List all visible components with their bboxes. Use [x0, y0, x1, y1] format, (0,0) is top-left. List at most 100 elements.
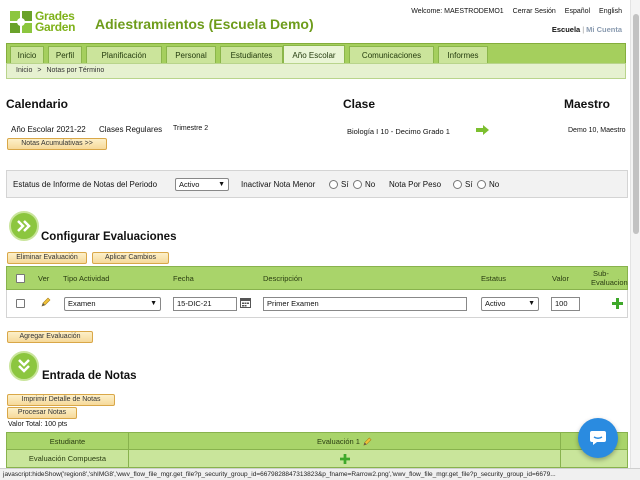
activity-type-value: Examen: [68, 299, 96, 308]
col-value: Valor: [552, 274, 569, 283]
period-status-label: Estatus de Informe de Notas del Periodo: [13, 180, 158, 189]
activity-type-select[interactable]: Examen ▼: [64, 297, 161, 311]
site-title: Adiestramientos (Escuela Demo): [95, 16, 314, 32]
toggle-grades-button[interactable]: [9, 351, 39, 381]
add-evaluation-button[interactable]: Agregar Evaluación: [7, 331, 93, 343]
grades-table: Estudiante Evaluación 1 Evaluación Compu…: [6, 432, 628, 468]
evaluation-row: Examen ▼ 15-DIC-21 Primer Examen Activo …: [6, 290, 628, 318]
view-separator: |: [582, 25, 585, 34]
col-sub-eval-line1: Sub-: [593, 269, 609, 278]
col-status: Estatus: [481, 274, 507, 283]
evaluation-status-value: Activo: [485, 299, 506, 308]
inactivate-no-label: No: [365, 180, 376, 189]
chevron-down-icon: ▼: [150, 300, 157, 307]
weighted-no-label: No: [489, 180, 500, 189]
inactivate-yes-radio[interactable]: [329, 180, 338, 189]
main-nav: Inicio Perfil Planificación Personal Est…: [6, 43, 626, 64]
view-switch: Escuela | Mi Cuenta: [552, 25, 622, 34]
double-chevron-down-icon: [18, 359, 30, 373]
class-type: Clases Regulares: [99, 125, 163, 134]
weighted-yes-radio[interactable]: [453, 180, 462, 189]
inactivate-minor-label: Inactivar Nota Menor: [241, 180, 316, 189]
accumulative-grades-button[interactable]: Notas Acumulativas >>: [7, 138, 107, 150]
period-status-select[interactable]: Activo ▼: [175, 178, 229, 191]
chat-bubble-icon: [590, 431, 606, 445]
toggle-config-button[interactable]: [9, 211, 39, 241]
col-evaluation-1-label: Evaluación 1: [316, 437, 360, 446]
breadcrumb-separator: >: [37, 67, 42, 74]
date-input[interactable]: 15-DIC-21: [173, 297, 237, 311]
inactivate-yes-label: Sí: [341, 180, 349, 189]
class-name: Biología I 10 - Decimo Grado 1: [347, 127, 450, 136]
filter-panel: Estatus de Informe de Notas del Periodo …: [6, 170, 628, 198]
total-value: Valor Total: 100 pts: [8, 421, 67, 428]
logo-mark-icon: [10, 11, 32, 33]
pencil-icon[interactable]: [40, 297, 51, 308]
col-activity-type: Tipo Actividad: [63, 274, 110, 283]
lang-en-link[interactable]: English: [599, 8, 622, 15]
evaluation-status-select[interactable]: Activo ▼: [481, 297, 539, 311]
logo-text-line2: Garden: [35, 20, 76, 34]
breadcrumb-current: Notas por Término: [46, 67, 105, 74]
right-arrow-icon[interactable]: [476, 125, 489, 135]
maestro-heading: Maestro: [564, 97, 611, 111]
total-value-label: Valor Total:: [8, 421, 43, 428]
print-grade-detail-button[interactable]: Imprimir Detalle de Notas: [7, 394, 115, 406]
tab-informes[interactable]: Informes: [438, 46, 488, 63]
add-sub-evaluation-icon[interactable]: [612, 298, 623, 309]
teacher-name: Demo 10, Maestro: [568, 127, 626, 134]
view-account-link[interactable]: Mi Cuenta: [586, 25, 622, 34]
top-links: Welcome: MAESTRODEMO1 Cerrar Sesión Espa…: [404, 8, 622, 15]
lang-es-link[interactable]: Español: [565, 8, 590, 15]
browser-status-bar: javascript:hideShow('region8','shIMG8','…: [0, 468, 640, 480]
pencil-icon[interactable]: [362, 437, 372, 447]
double-chevron-right-icon: [17, 220, 31, 232]
tab-personal[interactable]: Personal: [166, 46, 216, 63]
tab-comunicaciones[interactable]: Comunicaciones: [349, 46, 434, 63]
value-input[interactable]: 100: [551, 297, 580, 311]
tab-ano-escolar[interactable]: Año Escolar: [283, 45, 345, 64]
chevron-down-icon: ▼: [218, 181, 225, 188]
total-value-amount: 100 pts: [44, 421, 68, 428]
breadcrumb: Inicio > Notas por Término: [6, 63, 626, 79]
tab-perfil[interactable]: Perfil: [48, 46, 82, 63]
composite-row: Evaluación Compuesta: [7, 450, 627, 467]
term: Trimestre 2: [173, 125, 209, 132]
process-grades-button[interactable]: Procesar Notas: [7, 407, 77, 419]
grades-garden-logo[interactable]: Grades Garden: [10, 10, 86, 34]
inactivate-no-radio[interactable]: [353, 180, 362, 189]
row-select-checkbox[interactable]: [16, 299, 25, 308]
select-all-checkbox[interactable]: [16, 274, 25, 283]
col-date: Fecha: [173, 274, 194, 283]
weighted-grade-label: Nota Por Peso: [389, 180, 442, 189]
chat-button[interactable]: [578, 418, 618, 458]
chevron-down-icon: ▼: [528, 300, 535, 307]
breadcrumb-home[interactable]: Inicio: [16, 67, 32, 74]
school-year: Año Escolar 2021-22: [11, 125, 86, 134]
col-sub-eval-line2: Evaluacion: [591, 278, 628, 287]
composite-cell: [129, 450, 561, 467]
grades-section-title: Entrada de Notas: [42, 370, 137, 382]
description-input[interactable]: Primer Examen: [263, 297, 467, 311]
add-composite-icon[interactable]: [339, 454, 350, 465]
period-status-value: Activo: [179, 180, 200, 189]
clase-heading: Clase: [343, 97, 376, 111]
view-school-link[interactable]: Escuela: [552, 25, 580, 34]
col-description: Descripción: [263, 274, 303, 283]
weighted-no-radio[interactable]: [477, 180, 486, 189]
tab-estudiantes[interactable]: Estudiantes: [220, 46, 283, 63]
evaluations-table-header: Ver Tipo Actividad Fecha Descripción Est…: [6, 266, 628, 290]
welcome-text: Welcome: MAESTRODEMO1: [411, 8, 504, 15]
col-evaluation-1: Evaluación 1: [129, 433, 561, 450]
col-view: Ver: [38, 274, 50, 283]
config-section-title: Configurar Evaluaciones: [41, 231, 177, 243]
tab-planificacion[interactable]: Planificación: [86, 46, 162, 63]
page-scrollbar[interactable]: [630, 0, 640, 468]
tab-inicio[interactable]: Inicio: [10, 46, 44, 63]
apply-changes-button[interactable]: Aplicar Cambios: [92, 252, 169, 264]
scrollbar-thumb[interactable]: [633, 14, 639, 234]
delete-evaluation-button[interactable]: Eliminar Evaluación: [7, 252, 87, 264]
calendar-icon[interactable]: [240, 297, 251, 308]
composite-row-label: Evaluación Compuesta: [7, 450, 129, 467]
logout-link[interactable]: Cerrar Sesión: [513, 8, 556, 15]
